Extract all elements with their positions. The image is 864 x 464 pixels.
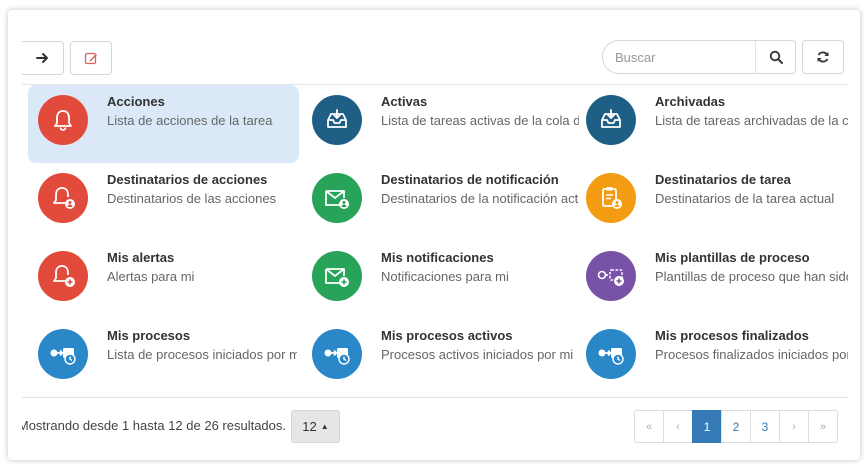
search-button[interactable] [755,41,795,73]
card-title: Destinatarios de acciones [107,172,268,187]
item-icon-circle [586,251,636,301]
card-description: Lista de tareas archivadas de la col [655,113,848,128]
item-icon-circle [312,251,362,301]
page-first[interactable]: « [634,410,664,443]
card-description: Procesos finalizados iniciados por i [655,347,848,362]
caret-up-icon: ▲ [320,422,329,431]
card-description: Alertas para mi [107,269,195,284]
card-acciones[interactable]: Acciones Lista de acciones de la tarea [28,85,299,163]
card-activas[interactable]: Activas Lista de tareas activas de la co… [302,85,579,163]
card-title: Destinatarios de tarea [655,172,791,187]
search-icon [769,50,783,64]
card-destinatarios-acciones[interactable]: Destinatarios de acciones Destinatarios … [28,163,299,241]
card-description: Destinatarios de la notificación act [381,191,579,206]
card-title: Activas [381,94,428,109]
refresh-icon [817,51,829,63]
card-description: Procesos activos iniciados por mi [381,347,574,362]
card-title: Mis procesos activos [381,328,513,343]
results-summary: Mostrando desde 1 hasta 12 de 26 resulta… [22,418,286,433]
card-destinatarios-tarea[interactable]: Destinatarios de tarea Destinatarios de … [576,163,848,241]
card-mis-procesos-activos[interactable]: Mis procesos activos Procesos activos in… [302,319,574,397]
bell-icon [54,110,72,131]
inbox-icon [601,109,621,128]
page-prev[interactable]: ‹ [663,410,693,443]
item-icon-circle [586,95,636,145]
page-last[interactable]: » [808,410,838,443]
card-title: Archivadas [655,94,726,109]
card-title: Mis notificaciones [381,250,494,265]
process-icon [324,348,350,365]
forward-button[interactable] [22,41,64,75]
item-icon-circle [38,329,88,379]
item-icon-circle [312,173,362,223]
card-title: Acciones [107,94,165,109]
card-title: Mis alertas [107,250,175,265]
card-mis-plantillas-proceso[interactable]: Mis plantillas de proceso Plantillas de … [576,241,848,319]
card-title: Mis procesos finalizados [655,328,809,343]
item-icon-circle [38,95,88,145]
card-mis-notificaciones[interactable]: Mis notificaciones Notificaciones para m… [302,241,574,319]
card-description: Notificaciones para mi [381,269,509,284]
card-description: Lista de tareas activas de la cola de [381,113,579,128]
process-icon [598,348,624,365]
clipboard-user-icon [602,187,622,209]
search-input[interactable] [603,41,753,73]
item-icon-circle [312,329,362,379]
envelope-user-icon [325,190,349,209]
item-icon-circle [38,173,88,223]
card-description: Lista de acciones de la tarea [107,113,273,128]
inbox-icon [327,109,347,128]
card-destinatarios-notificacion[interactable]: Destinatarios de notificación Destinatar… [302,163,578,241]
bell-user-icon [53,187,75,209]
page-size-value: 12 [302,419,317,434]
card-title: Mis procesos [107,328,191,343]
process-icon [50,348,76,365]
process-template-icon [597,269,624,286]
pagination: « ‹ 1 2 3 › » [634,410,838,443]
card-mis-alertas[interactable]: Mis alertas Alertas para mi [28,241,299,319]
page-size-select[interactable]: 12 ▲ [291,410,340,443]
page-next[interactable]: › [779,410,809,443]
bell-plus-icon [53,265,75,287]
item-icon-circle [586,173,636,223]
item-icon-circle [312,95,362,145]
card-description: Destinatarios de la tarea actual [655,191,835,206]
card-title: Destinatarios de notificación [381,172,559,187]
refresh-button[interactable] [802,40,844,74]
arrow-right-icon [35,53,48,63]
item-icon-circle [586,329,636,379]
edit-icon [84,52,97,65]
envelope-plus-icon [325,268,349,287]
page-2[interactable]: 2 [721,410,751,443]
card-title: Mis plantillas de proceso [655,250,810,265]
card-description: Lista de procesos iniciados por mi [107,347,297,362]
edit-button[interactable] [70,41,112,75]
card-mis-procesos-finalizados[interactable]: Mis procesos finalizados Procesos finali… [576,319,848,397]
card-description: Destinatarios de las acciones [107,191,277,206]
page-1[interactable]: 1 [692,410,722,443]
actions-grid: Acciones Lista de acciones de la tarea A… [22,84,848,398]
card-archivadas[interactable]: Archivadas Lista de tareas archivadas de… [576,85,848,163]
card-mis-procesos[interactable]: Mis procesos Lista de procesos iniciados… [28,319,299,397]
item-icon-circle [38,251,88,301]
search-box [602,40,796,74]
page-3[interactable]: 3 [750,410,780,443]
card-description: Plantillas de proceso que han sido [655,269,848,284]
